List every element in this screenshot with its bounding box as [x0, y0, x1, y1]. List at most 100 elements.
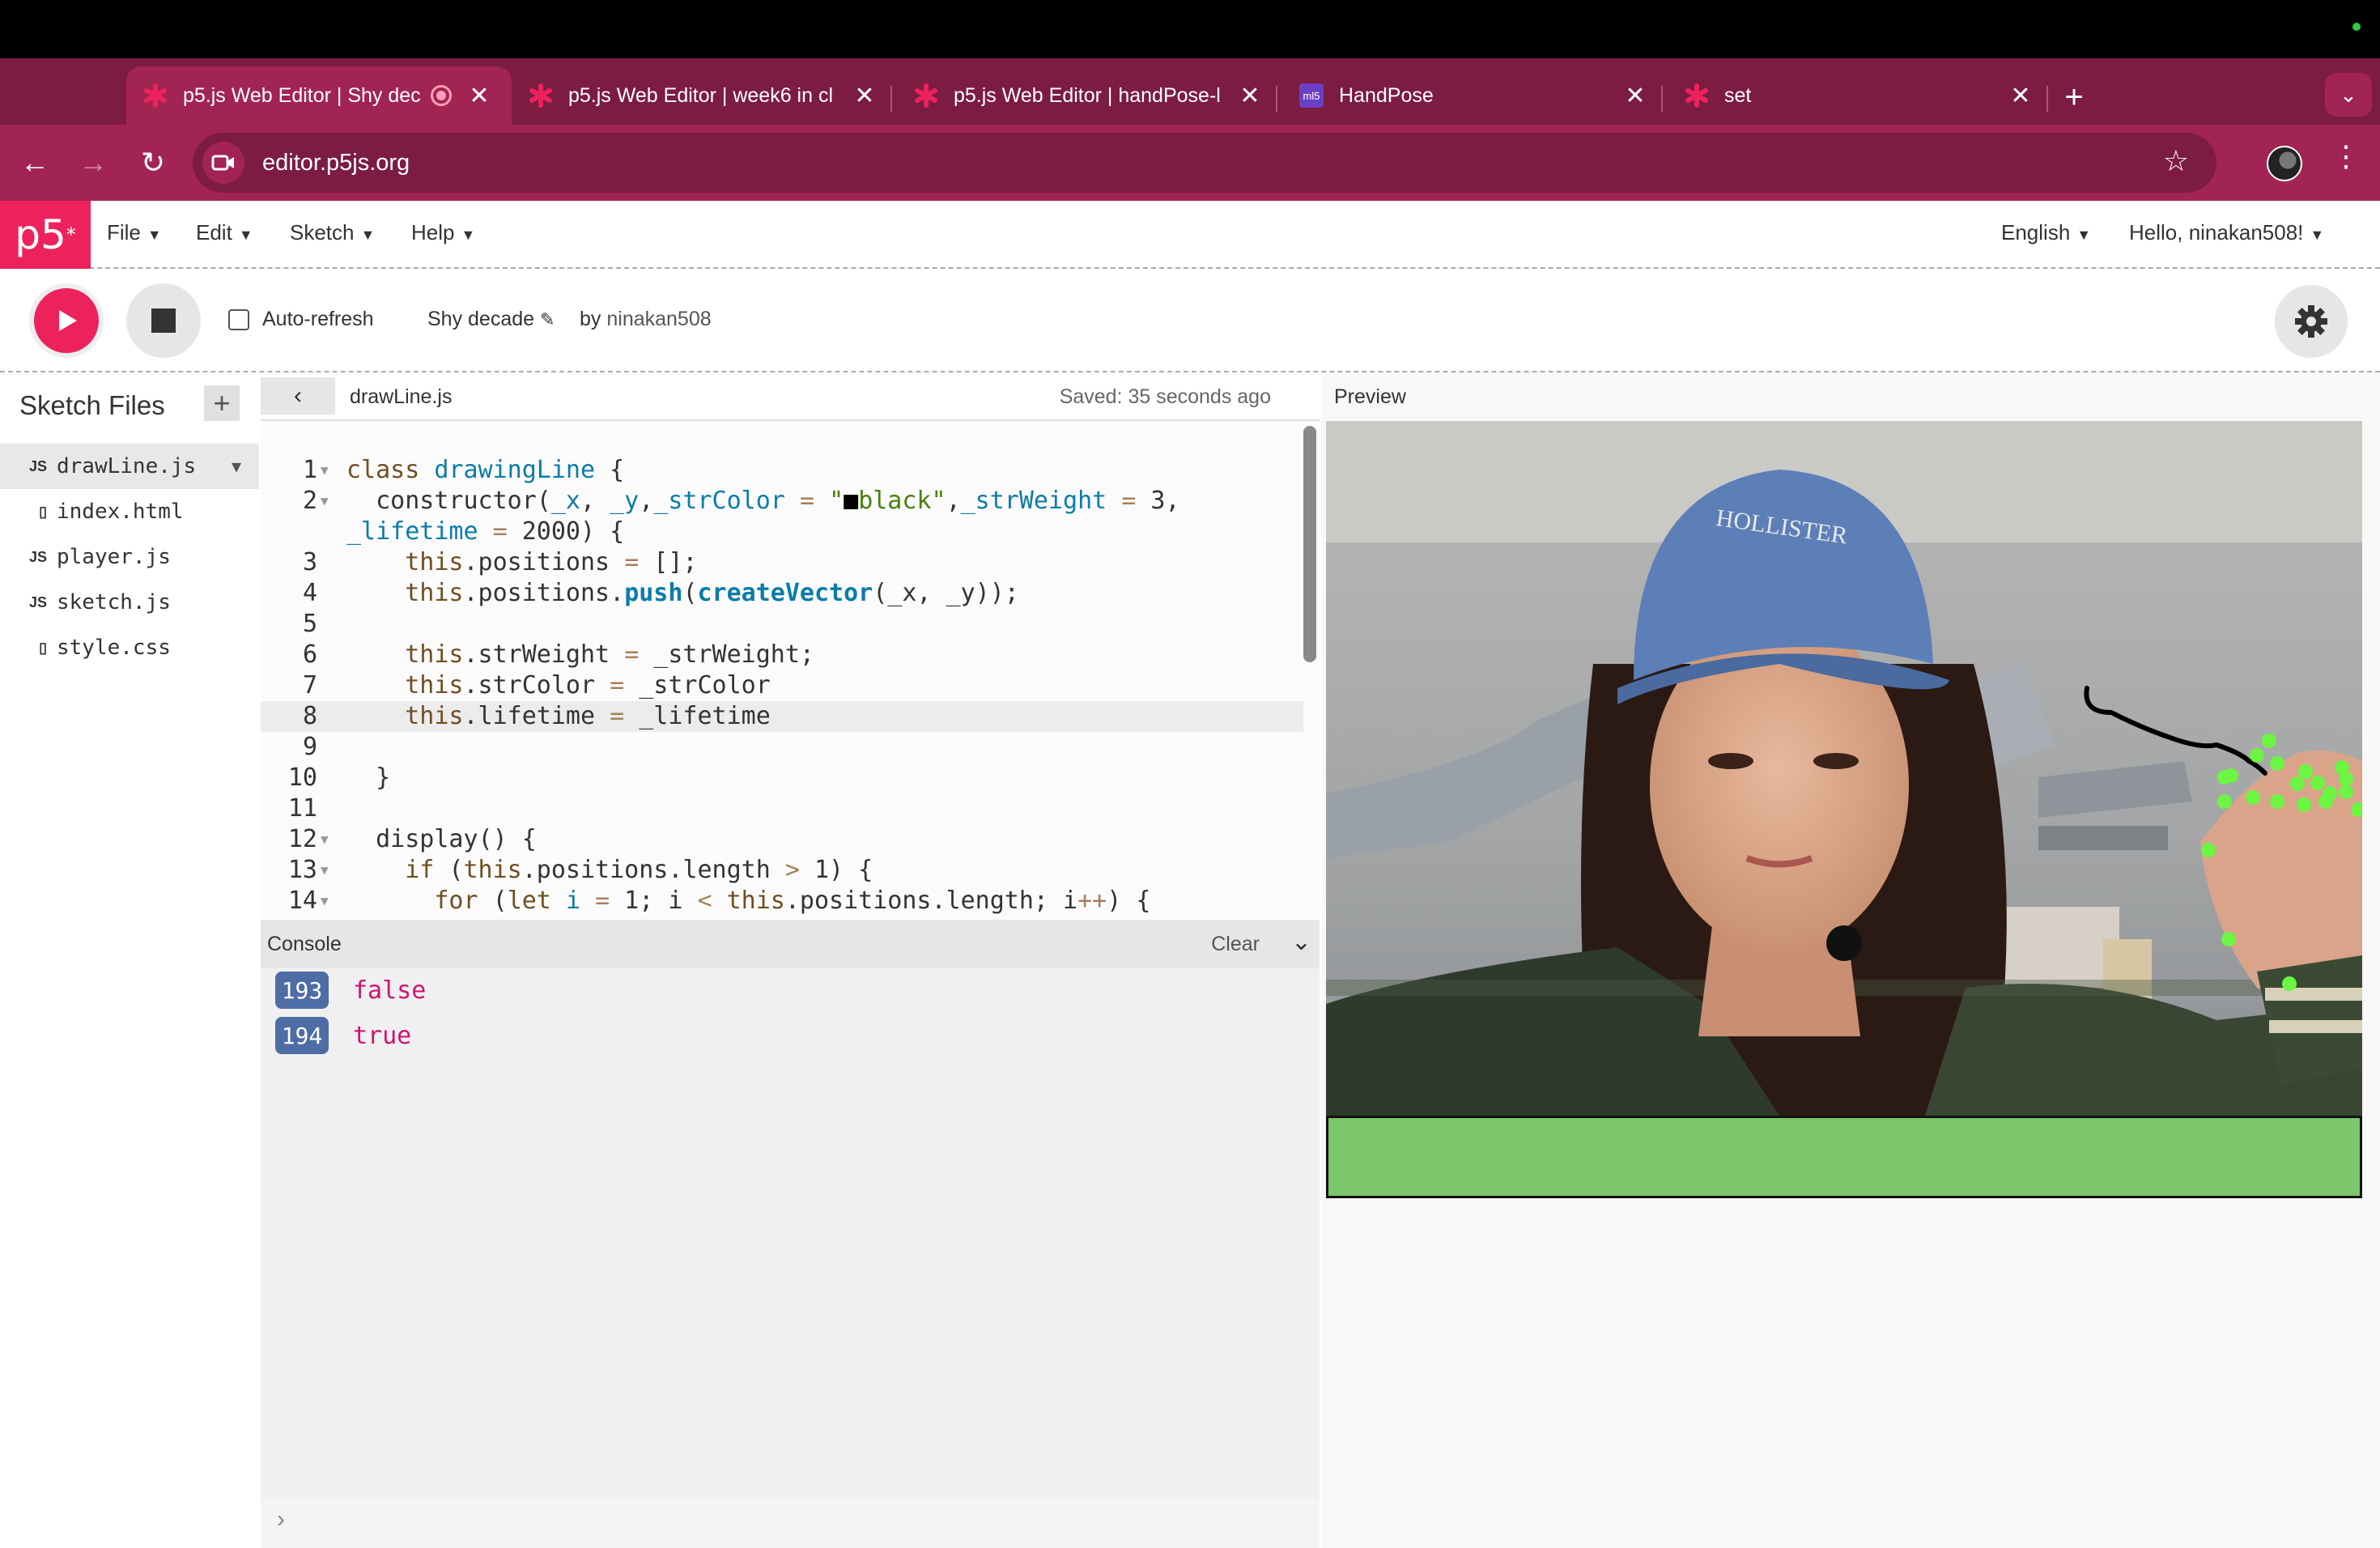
editor-filename: drawLine.js — [350, 385, 453, 408]
tab-title: HandPose — [1339, 83, 1434, 107]
preview-label: Preview — [1334, 385, 1406, 408]
code-editor[interactable]: 1 ▼ class drawingLine { 2 ▼ constructor(_x,… — [261, 421, 1320, 920]
tab-handpose[interactable]: ml5 HandPose ✕ — [1282, 66, 1668, 125]
camera-permission-icon[interactable] — [202, 142, 244, 184]
menu-help[interactable]: Help ▼ — [411, 220, 475, 245]
close-icon[interactable]: ✕ — [1234, 79, 1266, 112]
close-icon[interactable]: ✕ — [2004, 79, 2037, 112]
menu-edit[interactable]: Edit ▼ — [196, 220, 253, 245]
tab-title: p5.js Web Editor | week6 in cl — [568, 83, 834, 107]
settings-button[interactable] — [2275, 285, 2348, 358]
message-count-badge: 194 — [275, 1017, 329, 1054]
forward-button[interactable]: → — [71, 141, 115, 185]
profile-avatar[interactable] — [2267, 146, 2302, 181]
tab-handpose-editor[interactable]: p5.js Web Editor | handPose-l ✕ — [897, 66, 1282, 125]
tab-shy-decade[interactable]: p5.js Web Editor | Shy dec ✕ — [126, 66, 512, 125]
back-button[interactable]: ← — [13, 141, 57, 185]
sketch-files-sidebar: Sketch Files + JS drawLine.js ▼ ▯ index.… — [0, 372, 259, 1548]
js-file-icon: JS — [28, 548, 47, 565]
file-player-js[interactable]: JS player.js — [0, 534, 259, 580]
file-sketch-js[interactable]: JS sketch.js — [0, 580, 259, 625]
menu-sketch[interactable]: Sketch ▼ — [290, 220, 375, 245]
reload-button[interactable]: ↻ — [131, 141, 175, 185]
file-drawline-js[interactable]: JS drawLine.js ▼ — [0, 444, 259, 489]
tab-week6[interactable]: p5.js Web Editor | week6 in cl ✕ — [512, 66, 897, 125]
code-line-active: 8 this.lifetime = _lifetime — [261, 701, 1303, 732]
tab-separator — [2046, 86, 2048, 112]
fold-arrow-icon: ▼ — [321, 831, 329, 847]
sketch-name[interactable]: Shy decade ✎ — [427, 308, 555, 331]
caret-down-icon[interactable]: ▼ — [232, 457, 241, 476]
auto-refresh-checkbox[interactable]: Auto-refresh — [228, 308, 374, 331]
os-menu-bar — [0, 0, 2380, 58]
canvas-green-bar — [1326, 1116, 2362, 1198]
saved-status: Saved: 35 seconds ago — [1059, 385, 1271, 408]
webcam-canvas[interactable]: HOLLISTER — [1326, 421, 2362, 1116]
fold-arrow-icon: ▼ — [321, 462, 329, 478]
p5-asterisk-icon — [1684, 83, 1710, 108]
console-output: 193 false 194 true — [261, 968, 1320, 1498]
close-icon[interactable]: ✕ — [1619, 79, 1651, 112]
tracking-dot — [1826, 925, 1862, 961]
p5-nav-bar: p5 * File ▼ Edit ▼ Sketch ▼ Help ▼ English ▼ H… — [0, 201, 2380, 269]
console-title: Console — [267, 933, 342, 955]
fold-arrow-icon: ▼ — [321, 862, 329, 878]
code-line: 5 — [302, 610, 317, 638]
recording-icon — [431, 85, 452, 106]
gear-icon — [2295, 305, 2327, 338]
caret-down-icon: ▼ — [238, 227, 253, 243]
code-line: _lifetime = 2000) { — [346, 517, 625, 546]
p5-logo[interactable]: p5 * — [0, 201, 91, 269]
user-menu[interactable]: Hello, ninakan508! ▼ — [2129, 220, 2324, 245]
bookmark-star-icon[interactable]: ☆ — [2163, 144, 2189, 178]
p5-asterisk-icon — [913, 83, 939, 108]
file-style-css[interactable]: ▯ style.css — [0, 625, 259, 670]
play-button[interactable] — [29, 283, 104, 358]
caret-down-icon: ▼ — [2076, 227, 2092, 243]
close-icon[interactable]: ✕ — [463, 79, 495, 112]
sketch-toolbar: Auto-refresh Shy decade ✎ by ninakan508 — [0, 269, 2380, 372]
fold-arrow-icon: ▼ — [321, 493, 329, 508]
console-clear-button[interactable]: Clear — [1211, 933, 1260, 956]
code-line: 6 this.strWeight = _strWeight; — [302, 640, 814, 669]
tab-search-button[interactable]: ⌄ — [2325, 73, 2372, 117]
tab-title: p5.js Web Editor | handPose-l — [954, 83, 1221, 107]
browser-toolbar: ← → ↻ editor.p5js.org ☆ ⋮ — [0, 125, 2380, 201]
collapse-sidebar-button[interactable]: ‹ — [261, 377, 335, 415]
new-tab-button[interactable]: + — [2053, 76, 2095, 118]
caret-down-icon: ▼ — [147, 227, 162, 243]
tab-set[interactable]: set ✕ — [1668, 66, 2053, 125]
console-message: 193 false — [275, 970, 426, 1010]
address-bar[interactable]: editor.p5js.org ☆ — [193, 133, 2216, 193]
menu-file[interactable]: File ▼ — [107, 220, 162, 245]
owner-link[interactable]: ninakan508 — [606, 308, 711, 330]
webcam-video-image: HOLLISTER — [1326, 421, 2362, 1116]
file-index-html[interactable]: ▯ index.html — [0, 489, 259, 534]
p5-asterisk-icon — [528, 83, 554, 108]
code-line: 11 — [287, 794, 317, 823]
stop-button[interactable] — [126, 283, 201, 358]
code-line: 3 this.positions = []; — [302, 548, 698, 576]
more-menu-icon[interactable]: ⋮ — [2330, 139, 2362, 173]
chevron-left-icon: ‹ — [294, 382, 302, 409]
tab-separator — [890, 86, 892, 112]
checkbox-icon[interactable] — [228, 308, 249, 330]
caret-down-icon: ▼ — [2310, 227, 2325, 243]
chevron-down-icon[interactable]: ⌄ — [1291, 928, 1311, 956]
console-input[interactable]: › — [261, 1498, 1320, 1548]
css-file-icon: ▯ — [39, 639, 47, 656]
editor-scrollbar[interactable] — [1303, 426, 1316, 662]
caret-down-icon: ▼ — [360, 227, 376, 243]
chevron-down-icon: ⌄ — [2340, 82, 2357, 107]
language-menu[interactable]: English ▼ — [2001, 220, 2091, 245]
code-line: 1 ▼ class drawingLine { — [302, 456, 625, 484]
caret-down-icon: ▼ — [461, 227, 476, 243]
html-file-icon: ▯ — [39, 503, 47, 520]
add-file-button[interactable]: + — [204, 385, 240, 421]
js-file-icon: JS — [28, 457, 47, 474]
tab-title: p5.js Web Editor | Shy dec — [183, 83, 421, 107]
sidebar-title: Sketch Files — [19, 390, 165, 420]
close-icon[interactable]: ✕ — [848, 79, 881, 112]
code-line: 10 } — [287, 763, 391, 792]
editor-header: ‹ drawLine.js Saved: 35 seconds ago — [261, 372, 1320, 421]
